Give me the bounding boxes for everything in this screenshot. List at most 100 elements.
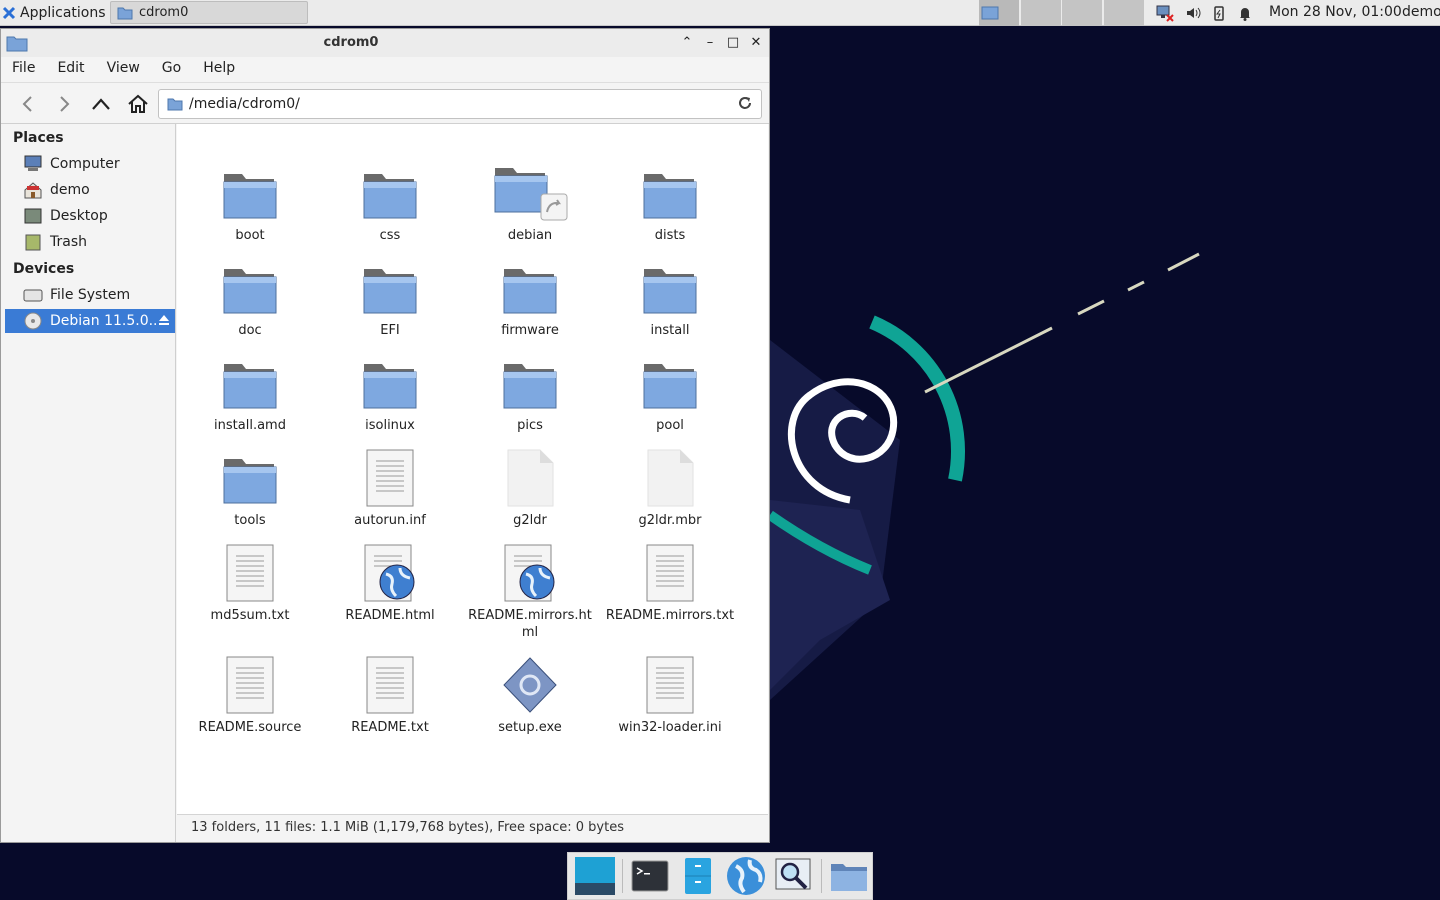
up-arrow-icon bbox=[92, 98, 110, 110]
forward-button[interactable] bbox=[51, 91, 77, 117]
file-manager-icon bbox=[685, 858, 711, 894]
network-disconnected-icon[interactable] bbox=[1155, 4, 1175, 22]
file-name: debian bbox=[507, 228, 553, 243]
file-icon bbox=[602, 544, 738, 602]
sidebar-item-computer[interactable]: Computer bbox=[5, 152, 175, 176]
sidebar-item-label: File System bbox=[50, 287, 131, 303]
file-item[interactable]: firmware bbox=[462, 259, 598, 339]
top-panel: Applications ⋮ cdrom0 Mon 28 Nov, 01:00 … bbox=[0, 0, 1440, 26]
file-item[interactable]: README.mirrors.txt bbox=[602, 544, 738, 624]
file-item[interactable]: install.amd bbox=[182, 354, 318, 434]
dock-show-desktop[interactable] bbox=[572, 854, 618, 898]
file-item[interactable]: README.txt bbox=[322, 656, 458, 736]
desktop-icon bbox=[24, 208, 42, 224]
show-desktop-icon bbox=[575, 857, 615, 895]
file-item[interactable]: debian bbox=[462, 164, 598, 244]
workspace-3[interactable] bbox=[1062, 0, 1102, 26]
file-item[interactable]: win32-loader.ini bbox=[602, 656, 738, 736]
battery-icon[interactable] bbox=[1211, 5, 1227, 21]
file-name: win32-loader.ini bbox=[618, 720, 722, 735]
notification-bell-icon[interactable] bbox=[1237, 5, 1253, 21]
file-name: boot bbox=[235, 228, 265, 243]
dock-web-browser[interactable] bbox=[723, 854, 769, 898]
file-name: pics bbox=[517, 418, 543, 433]
volume-icon[interactable] bbox=[1185, 5, 1201, 21]
folder-icon bbox=[981, 6, 999, 20]
html-file-icon bbox=[322, 544, 458, 602]
sidebar-item-file-system[interactable]: File System bbox=[5, 283, 175, 307]
sidebar-item-desktop[interactable]: Desktop bbox=[5, 204, 175, 228]
menu-edit[interactable]: Edit bbox=[46, 57, 95, 82]
folder-icon bbox=[182, 164, 318, 222]
parent-folder-button[interactable] bbox=[88, 91, 114, 117]
dock-separator bbox=[622, 859, 623, 893]
file-name: README.source bbox=[198, 720, 302, 735]
file-item[interactable]: tools bbox=[182, 449, 318, 529]
taskbar-window-button[interactable]: cdrom0 bbox=[110, 1, 308, 24]
file-item[interactable]: g2ldr.mbr bbox=[602, 449, 738, 529]
dock-file-manager[interactable] bbox=[675, 854, 721, 898]
window-titlebar[interactable]: cdrom0 ⌃ – □ ✕ bbox=[1, 29, 769, 57]
home-icon bbox=[128, 94, 148, 113]
dock-app-finder[interactable] bbox=[771, 854, 817, 898]
file-item[interactable]: dists bbox=[602, 164, 738, 244]
clock[interactable]: Mon 28 Nov, 01:00 bbox=[1269, 4, 1402, 20]
dock-terminal[interactable] bbox=[627, 854, 673, 898]
file-name: tools bbox=[234, 513, 266, 528]
file-item[interactable]: g2ldr bbox=[462, 449, 598, 529]
file-icon bbox=[182, 544, 318, 602]
file-item[interactable]: README.mirrors.html bbox=[462, 544, 598, 641]
workspace-1[interactable] bbox=[979, 0, 1019, 26]
file-item[interactable]: autorun.inf bbox=[322, 449, 458, 529]
file-item[interactable]: pool bbox=[602, 354, 738, 434]
file-item[interactable]: md5sum.txt bbox=[182, 544, 318, 624]
folder-icon bbox=[602, 164, 738, 222]
shade-button[interactable]: ⌃ bbox=[679, 35, 695, 51]
reload-icon[interactable] bbox=[737, 95, 753, 111]
dock-folder[interactable] bbox=[826, 854, 872, 898]
file-item[interactable]: README.html bbox=[322, 544, 458, 624]
file-name: README.txt bbox=[351, 720, 429, 735]
folder-icon bbox=[182, 449, 318, 507]
back-button[interactable] bbox=[15, 91, 41, 117]
folder-icon bbox=[182, 354, 318, 412]
sidebar-item-label: Computer bbox=[50, 156, 120, 172]
file-manager-window: cdrom0 ⌃ – □ ✕ File Edit View Go Help /m… bbox=[0, 28, 770, 843]
menu-help[interactable]: Help bbox=[192, 57, 246, 82]
menu-file[interactable]: File bbox=[1, 57, 46, 82]
file-item[interactable]: setup.exe bbox=[462, 656, 598, 736]
file-name: README.mirrors.txt bbox=[605, 608, 735, 623]
folder-icon bbox=[117, 7, 133, 19]
sidebar-item-demo[interactable]: demo bbox=[5, 178, 175, 202]
file-item[interactable]: boot bbox=[182, 164, 318, 244]
menu-view[interactable]: View bbox=[96, 57, 151, 82]
file-item[interactable]: pics bbox=[462, 354, 598, 434]
file-name: EFI bbox=[380, 323, 400, 338]
file-item[interactable]: README.source bbox=[182, 656, 318, 736]
sidebar-item-label: Debian 11.5.0... bbox=[50, 313, 162, 329]
system-tray bbox=[1155, 0, 1253, 26]
file-item[interactable]: doc bbox=[182, 259, 318, 339]
maximize-button[interactable]: □ bbox=[725, 35, 741, 51]
location-bar[interactable]: /media/cdrom0/ bbox=[158, 89, 762, 119]
eject-icon[interactable] bbox=[157, 313, 171, 327]
file-item[interactable]: EFI bbox=[322, 259, 458, 339]
folder-icon bbox=[322, 354, 458, 412]
sidebar-item-trash[interactable]: Trash bbox=[5, 230, 175, 254]
file-item[interactable]: css bbox=[322, 164, 458, 244]
close-button[interactable]: ✕ bbox=[748, 35, 764, 51]
applications-menu[interactable]: Applications ⋮ bbox=[2, 3, 120, 23]
workspace-4[interactable] bbox=[1104, 0, 1144, 26]
file-name: README.mirrors.html bbox=[468, 608, 592, 640]
sidebar-item-debian-disc[interactable]: Debian 11.5.0... bbox=[5, 309, 175, 333]
minimize-button[interactable]: – bbox=[702, 35, 718, 51]
user-menu[interactable]: demo bbox=[1402, 4, 1440, 20]
file-item[interactable]: isolinux bbox=[322, 354, 458, 434]
menu-go[interactable]: Go bbox=[151, 57, 192, 82]
devices-header: Devices bbox=[13, 261, 75, 277]
workspace-2[interactable] bbox=[1021, 0, 1061, 26]
places-header: Places bbox=[13, 130, 64, 146]
file-item[interactable]: install bbox=[602, 259, 738, 339]
file-icon bbox=[322, 449, 458, 507]
home-button[interactable] bbox=[125, 91, 151, 117]
